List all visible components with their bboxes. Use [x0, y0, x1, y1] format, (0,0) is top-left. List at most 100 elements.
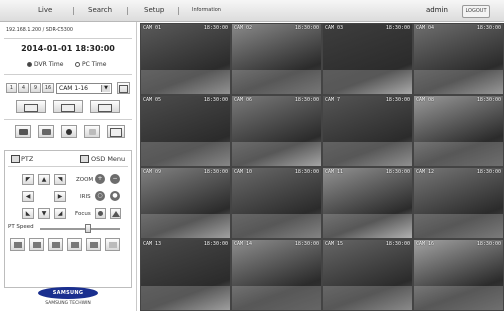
split-9-button[interactable]: 9 [30, 83, 41, 93]
focus-near-button[interactable] [95, 208, 106, 219]
record-icon [66, 129, 72, 135]
focus-far-button[interactable] [110, 208, 121, 219]
tab-osd-menu[interactable]: OSD Menu [91, 155, 125, 163]
split-1-button[interactable]: 1 [6, 83, 17, 93]
chevron-down-icon: ▼ [101, 85, 110, 92]
split-4-button[interactable]: 4 [18, 83, 29, 93]
camera-view[interactable]: CAM 10 18:30:00 [231, 167, 322, 239]
monitor-icon [110, 128, 122, 137]
arrow-up-left-icon: ◤ [25, 176, 31, 183]
preset-icon [51, 242, 60, 248]
pan-down-button[interactable]: ▼ [38, 208, 50, 219]
camera-view[interactable]: CAM 01 18:30:00 [140, 23, 231, 95]
radio-unselected-icon [75, 62, 80, 67]
tab-ptz[interactable]: PTZ [21, 155, 33, 163]
camera-view[interactable]: CAM 13 18:30:00 [140, 239, 231, 311]
camera-scene [141, 285, 230, 310]
pan-right-button[interactable]: ▶ [54, 191, 66, 202]
nav-search[interactable]: Search [88, 0, 112, 21]
preset-icon [32, 242, 41, 248]
camera-view[interactable]: CAM 7 18:30:00 [322, 95, 413, 167]
camera-label: CAM 11 [325, 169, 344, 175]
pt-speed-handle[interactable] [85, 224, 91, 233]
camera-view[interactable]: CAM 04 18:30:00 [413, 23, 504, 95]
camera-view[interactable]: CAM 12 18:30:00 [413, 167, 504, 239]
record-button[interactable] [61, 125, 77, 138]
camera-view[interactable]: CAM 05 18:30:00 [140, 95, 231, 167]
nav-live[interactable]: Live [38, 0, 52, 21]
camera-label: CAM 01 [143, 25, 162, 31]
camera-timestamp: 18:30:00 [385, 241, 410, 247]
monitor-button[interactable] [107, 125, 125, 138]
camera-view[interactable]: CAM 02 18:30:00 [231, 23, 322, 95]
samsung-logo: SAMSUNG [38, 287, 98, 299]
preset-button-3[interactable] [48, 238, 63, 251]
capture-button[interactable] [15, 125, 31, 138]
camera-label: CAM 15 [325, 241, 344, 247]
pan-left-button[interactable]: ◀ [22, 191, 34, 202]
pt-speed-track[interactable] [40, 228, 120, 230]
print-button[interactable] [38, 125, 54, 138]
pan-up-button[interactable]: ▲ [38, 174, 50, 185]
camera-view[interactable]: CAM 08 18:30:00 [413, 95, 504, 167]
split-16-button[interactable]: 16 [42, 83, 54, 93]
iris-close-button[interactable]: ● [110, 191, 120, 201]
camera-view[interactable]: CAM 06 18:30:00 [231, 95, 322, 167]
preset-icon [89, 242, 98, 248]
pan-down-left-button[interactable]: ◣ [22, 208, 34, 219]
pan-up-right-button[interactable]: ◥ [54, 174, 66, 185]
camera-scene [323, 285, 412, 310]
camera-label: CAM 7 [325, 97, 341, 103]
user-name: admin [426, 6, 448, 14]
pan-up-left-button[interactable]: ◤ [22, 174, 34, 185]
nav-separator: | [177, 6, 180, 15]
channel-select[interactable]: CAM 1-16 ▼ [56, 83, 112, 94]
nav-information[interactable]: Information [192, 0, 221, 21]
camera-scene [323, 213, 412, 238]
zoom-in-icon: + [97, 175, 103, 182]
camera-view[interactable]: CAM 11 18:30:00 [322, 167, 413, 239]
pan-down-right-button[interactable]: ◢ [54, 208, 66, 219]
logout-button[interactable]: LOGOUT [462, 5, 490, 18]
next-group-button[interactable] [53, 100, 83, 113]
iris-open-icon: ○ [97, 192, 103, 199]
prev-group-button[interactable] [16, 100, 46, 113]
preset-button-1[interactable] [10, 238, 25, 251]
arrow-left-icon: ◀ [25, 193, 31, 200]
mountain-icon [111, 211, 120, 217]
dvr-time-radio[interactable]: DVR Time [27, 61, 63, 68]
divider [4, 74, 132, 75]
camera-timestamp: 18:30:00 [385, 97, 410, 103]
ptz-icon [11, 155, 20, 163]
camera-view[interactable]: CAM 16 18:30:00 [413, 239, 504, 311]
camera-timestamp: 18:30:00 [476, 169, 501, 175]
speaker-icon [88, 129, 96, 135]
screen-prev-icon [24, 104, 38, 112]
camera-scene [414, 213, 503, 238]
pt-speed-label: PT Speed [8, 224, 34, 230]
control-sidebar: 192.168.1.200 / SDR-C5300 2014-01-01 18:… [0, 22, 137, 311]
nav-setup[interactable]: Setup [144, 0, 164, 21]
camera-view[interactable]: CAM 09 18:30:00 [140, 167, 231, 239]
iris-open-button[interactable]: ○ [95, 191, 105, 201]
camera-view[interactable]: CAM 03 18:30:00 [322, 23, 413, 95]
preset-button-5[interactable] [86, 238, 101, 251]
zoom-in-button[interactable]: + [95, 174, 105, 184]
camera-label: CAM 08 [416, 97, 435, 103]
fullscreen-button[interactable] [117, 82, 130, 94]
camera-label: CAM 04 [416, 25, 435, 31]
current-datetime: 2014-01-01 18:30:00 [21, 44, 115, 53]
arrow-right-icon: ▶ [57, 193, 63, 200]
pc-time-radio[interactable]: PC Time [75, 61, 106, 68]
zoom-out-button[interactable]: − [110, 174, 120, 184]
preset-button-6[interactable] [105, 238, 120, 251]
preset-button-4[interactable] [67, 238, 82, 251]
layout-button[interactable] [90, 100, 120, 113]
camera-view[interactable]: CAM 15 18:30:00 [322, 239, 413, 311]
camera-timestamp: 18:30:00 [294, 97, 319, 103]
camera-view[interactable]: CAM 14 18:30:00 [231, 239, 322, 311]
radio-selected-icon [27, 62, 32, 67]
zoom-out-icon: − [112, 175, 118, 182]
preset-button-2[interactable] [29, 238, 44, 251]
audio-button[interactable] [84, 125, 100, 138]
